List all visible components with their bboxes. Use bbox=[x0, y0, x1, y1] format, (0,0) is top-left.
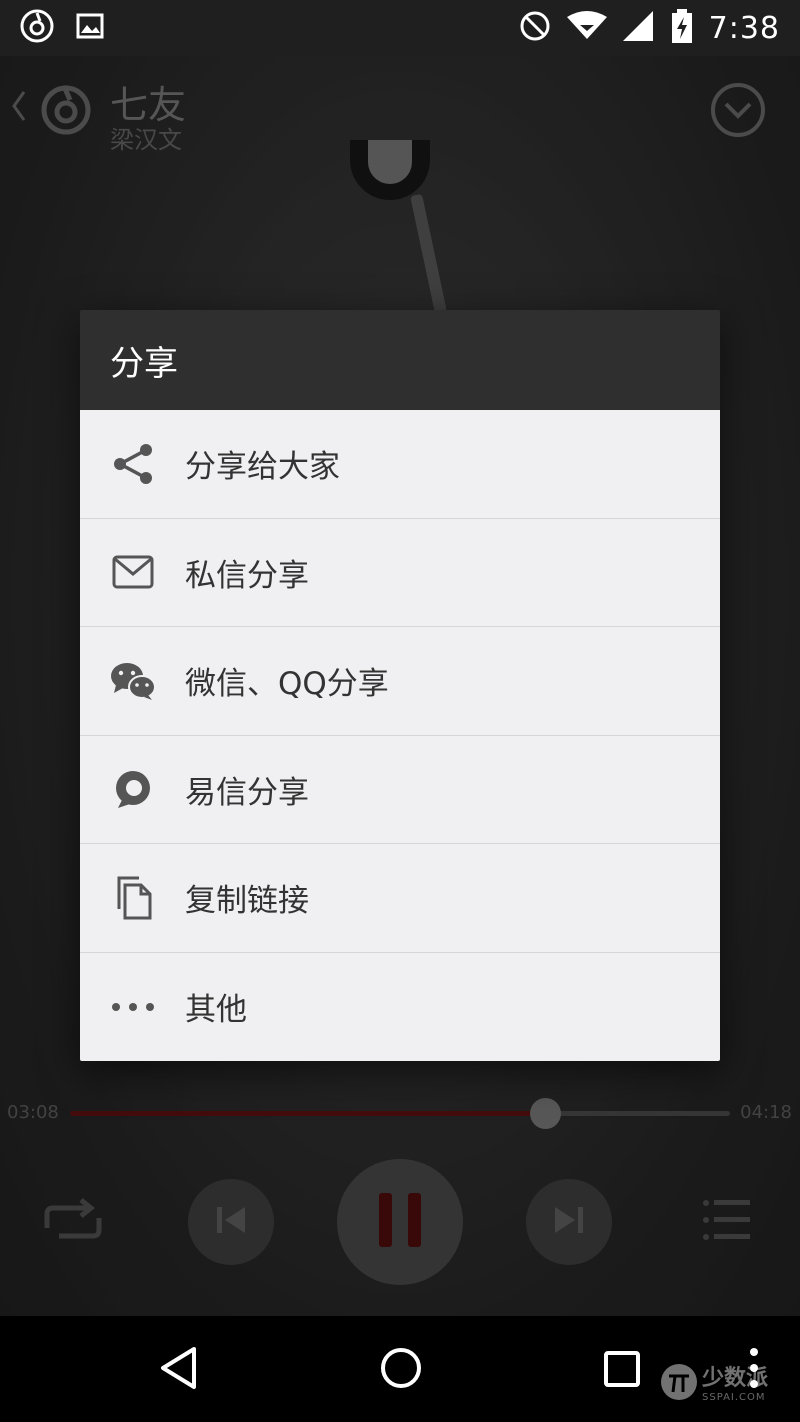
share-to-all-item[interactable]: 分享给大家 bbox=[80, 410, 720, 519]
yixin-icon bbox=[110, 766, 156, 812]
image-icon bbox=[76, 13, 104, 43]
share-item-label: 易信分享 bbox=[185, 774, 309, 811]
other-share-item[interactable]: 其他 bbox=[80, 953, 720, 1062]
status-time: 7:38 bbox=[708, 10, 780, 46]
netease-music-icon bbox=[20, 9, 54, 47]
copy-link-item[interactable]: 复制链接 bbox=[80, 844, 720, 953]
dialog-title: 分享 bbox=[110, 343, 178, 384]
share-item-label: 微信、QQ分享 bbox=[185, 666, 389, 703]
system-nav-bar: 少数派 SSPAI.COM bbox=[0, 1316, 800, 1422]
share-item-label: 复制链接 bbox=[185, 883, 309, 920]
more-icon bbox=[110, 984, 156, 1030]
nav-menu-button[interactable] bbox=[748, 1346, 760, 1394]
nav-back-button[interactable] bbox=[158, 1346, 198, 1394]
nav-home-button[interactable] bbox=[380, 1347, 422, 1393]
share-icon bbox=[110, 441, 156, 487]
private-message-share-item[interactable]: 私信分享 bbox=[80, 519, 720, 627]
watermark-logo-icon bbox=[661, 1363, 697, 1400]
share-options-list: 分享给大家 私信分享 微信、QQ分享 易信分享 复制链接 其他 bbox=[80, 410, 720, 1061]
status-bar: 7:38 bbox=[0, 0, 800, 56]
battery-charging-icon bbox=[671, 9, 693, 47]
wechat-icon bbox=[110, 658, 156, 704]
do-not-disturb-icon bbox=[519, 10, 551, 46]
yixin-share-item[interactable]: 易信分享 bbox=[80, 736, 720, 844]
signal-icon bbox=[622, 11, 655, 45]
share-item-label: 私信分享 bbox=[185, 557, 309, 594]
dialog-header: 分享 bbox=[80, 310, 720, 410]
share-item-label: 其他 bbox=[185, 992, 247, 1029]
wifi-icon bbox=[566, 11, 607, 45]
share-item-label: 分享给大家 bbox=[185, 449, 340, 486]
wechat-qq-share-item[interactable]: 微信、QQ分享 bbox=[80, 627, 720, 736]
mail-icon bbox=[110, 549, 156, 595]
share-dialog: 分享 分享给大家 私信分享 微信、QQ分享 易信分享 复制链接 其他 bbox=[80, 310, 720, 1061]
nav-recents-button[interactable] bbox=[604, 1351, 640, 1391]
copy-icon bbox=[110, 875, 156, 921]
